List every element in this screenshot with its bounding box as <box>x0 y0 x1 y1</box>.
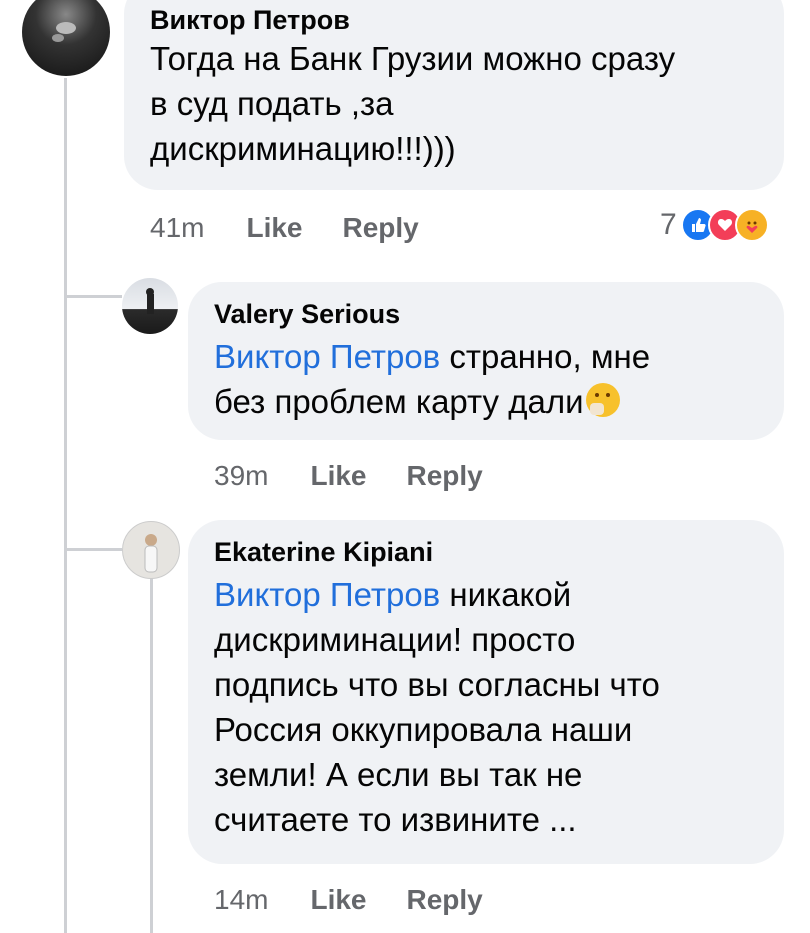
avatar-image <box>146 288 154 314</box>
avatar-viktor[interactable] <box>22 0 110 76</box>
avatar-ekaterine[interactable] <box>122 521 180 579</box>
comment-bubble-2: Valery Serious Виктор Петров странно, мн… <box>188 282 784 440</box>
comment-line: Тогда на Банк Грузии можно сразу <box>150 40 676 77</box>
avatar-image <box>144 534 158 573</box>
thread-line-branch-2 <box>64 548 122 551</box>
reply-button[interactable]: Reply <box>407 460 483 492</box>
comment-line: считаете то извините ... <box>214 801 577 838</box>
like-button[interactable]: Like <box>310 460 366 492</box>
avatar-image <box>52 22 76 42</box>
comment-text-span: никакой <box>440 576 572 613</box>
comment-text: Виктор Петров никакой дискриминации! про… <box>214 572 758 842</box>
comment-author[interactable]: Виктор Петров <box>150 4 758 36</box>
comment-text-span: странно, мне <box>440 338 651 375</box>
thread-line-reply-3 <box>150 575 153 933</box>
comment-line: Россия оккупировала наши <box>214 711 633 748</box>
comment-line: дискриминации! просто <box>214 621 576 658</box>
thinking-face-icon <box>585 383 620 417</box>
reply-button[interactable]: Reply <box>407 884 483 916</box>
comment-line: дискриминацию!!!))) <box>150 130 456 167</box>
comment-line: Виктор Петров странно, мне <box>214 334 758 379</box>
comment-actions-1: 41m Like Reply <box>150 212 419 244</box>
comment-text-span: без проблем карту дали <box>214 383 584 420</box>
comment-bubble-3: Ekaterine Kipiani Виктор Петров никакой … <box>188 520 784 864</box>
reactions-summary[interactable]: 7 <box>660 208 769 242</box>
comment-timestamp[interactable]: 14m <box>214 884 268 916</box>
comment-timestamp[interactable]: 39m <box>214 460 268 492</box>
comment-line: Виктор Петров никакой <box>214 572 758 617</box>
comment-line: в суд подать ,за <box>150 85 394 122</box>
comment-line: без проблем карту дали <box>214 379 758 424</box>
comment-author[interactable]: Valery Serious <box>214 298 758 330</box>
thread-line-branch-1 <box>64 295 122 298</box>
comment-bubble-1: Виктор Петров Тогда на Банк Грузии можно… <box>124 0 784 190</box>
care-reaction-icon <box>734 208 769 242</box>
comment-actions-2: 39m Like Reply <box>214 460 483 492</box>
comment-author[interactable]: Ekaterine Kipiani <box>214 536 758 568</box>
mention-link[interactable]: Виктор Петров <box>214 338 440 375</box>
comment-timestamp[interactable]: 41m <box>150 212 204 244</box>
comment-text: Тогда на Банк Грузии можно сразу в суд п… <box>150 36 758 171</box>
like-button[interactable]: Like <box>310 884 366 916</box>
reply-button[interactable]: Reply <box>343 212 419 244</box>
comment-actions-3: 14m Like Reply <box>214 884 483 916</box>
mention-link[interactable]: Виктор Петров <box>214 576 440 613</box>
comment-line: земли! А если вы так не <box>214 756 583 793</box>
like-button[interactable]: Like <box>246 212 302 244</box>
thread-line-main <box>64 78 67 933</box>
reaction-count: 7 <box>660 208 677 241</box>
comment-text: Виктор Петров странно, мне без проблем к… <box>214 334 758 424</box>
comment-line: подпись что вы согласны что <box>214 666 660 703</box>
avatar-valery[interactable] <box>122 278 178 334</box>
